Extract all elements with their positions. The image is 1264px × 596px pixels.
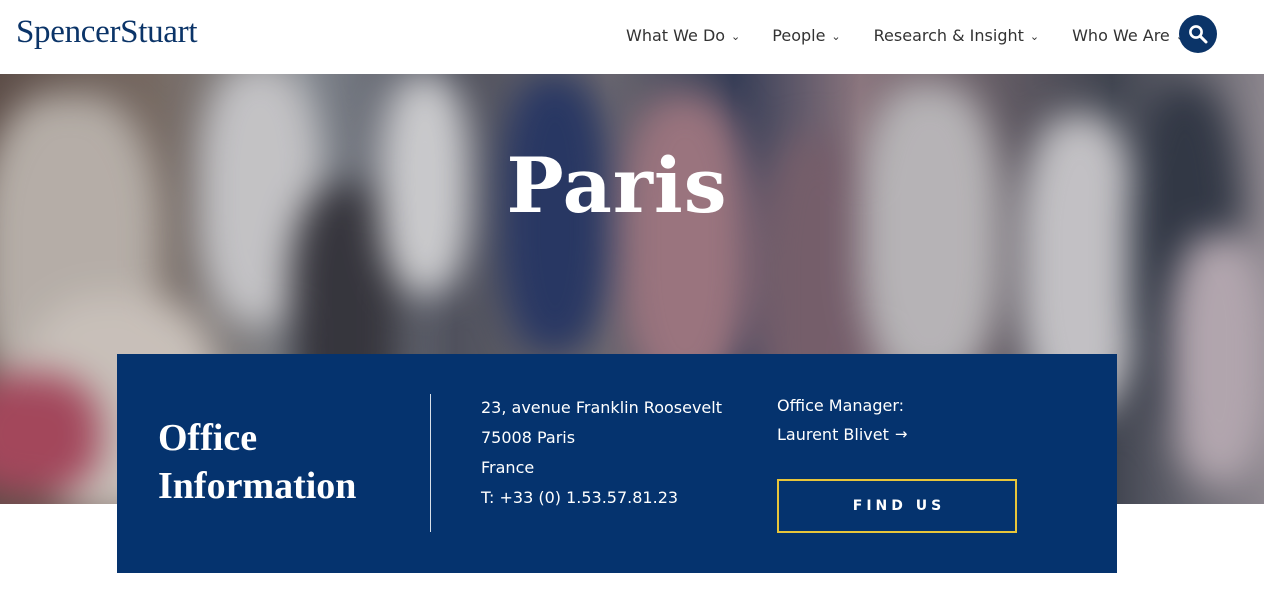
office-manager-label: Office Manager: <box>777 396 905 415</box>
nav-item-label: What We Do <box>626 25 726 45</box>
chevron-down-icon: ⌄ <box>731 29 741 43</box>
chevron-down-icon: ⌄ <box>831 29 841 43</box>
nav-item-label: Who We Are <box>1072 25 1170 45</box>
office-information-heading: Office Information <box>158 417 357 507</box>
search-icon <box>1189 25 1208 44</box>
spencer-stuart-logo[interactable]: SpencerStuart <box>16 10 198 54</box>
arrow-right-icon: → <box>894 425 908 443</box>
address-city: 75008 Paris <box>481 428 576 447</box>
office-manager-name: Laurent Blivet <box>777 425 889 444</box>
search-button[interactable] <box>1179 15 1217 53</box>
main-nav: What We Do ⌄ People ⌄ Research & Insight… <box>626 22 1185 48</box>
office-address: 23, avenue Franklin Roosevelt 75008 Pari… <box>481 393 722 513</box>
nav-item-what-we-do[interactable]: What We Do ⌄ <box>626 22 740 48</box>
nav-item-people[interactable]: People ⌄ <box>772 22 840 48</box>
page-title: Paris <box>506 141 728 230</box>
divider <box>430 394 431 532</box>
nav-item-label: People <box>772 25 826 45</box>
address-country: France <box>481 458 535 477</box>
nav-item-who-we-are[interactable]: Who We Are ⌄ <box>1072 22 1185 48</box>
office-manager: Office Manager: Laurent Blivet → <box>777 391 907 449</box>
address-street: 23, avenue Franklin Roosevelt <box>481 398 722 417</box>
office-phone: T: +33 (0) 1.53.57.81.23 <box>481 488 679 507</box>
site-header: SpencerStuart What We Do ⌄ People ⌄ Rese… <box>0 0 1264 74</box>
nav-item-research-insight[interactable]: Research & Insight ⌄ <box>874 22 1039 48</box>
find-us-button[interactable]: FIND US <box>777 479 1017 533</box>
office-manager-link[interactable]: Laurent Blivet → <box>777 420 907 449</box>
office-information-card: Office Information 23, avenue Franklin R… <box>117 354 1117 573</box>
chevron-down-icon: ⌄ <box>1029 29 1040 43</box>
nav-item-label: Research & Insight <box>873 25 1024 45</box>
